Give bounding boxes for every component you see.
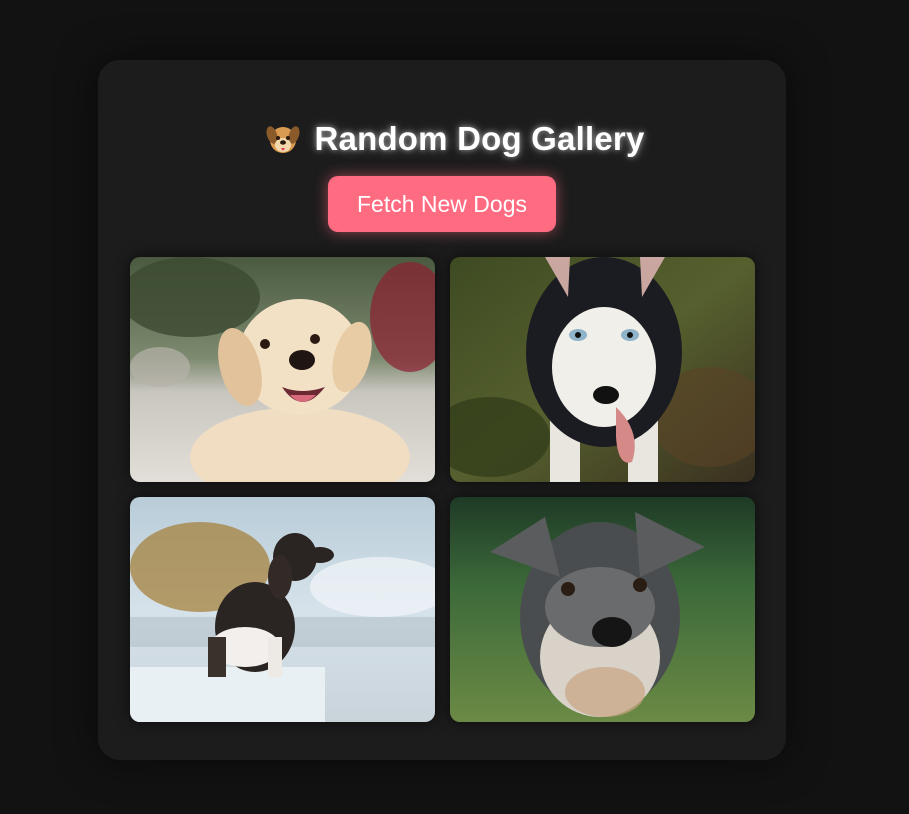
fetch-new-dogs-button[interactable]: Fetch New Dogs <box>328 176 556 232</box>
dog-photo-3 <box>130 497 435 722</box>
dog-photo-icon <box>450 257 755 482</box>
dog-photo-icon <box>130 257 435 482</box>
dog-photo-icon <box>450 497 755 722</box>
header: Random Dog Gallery <box>0 116 909 162</box>
page-title: Random Dog Gallery <box>314 120 645 157</box>
dog-face-icon <box>265 121 301 157</box>
dog-photo-2 <box>450 257 755 482</box>
dog-photo-1 <box>130 257 435 482</box>
dog-photo-icon <box>130 497 435 722</box>
dog-photo-4 <box>450 497 755 722</box>
